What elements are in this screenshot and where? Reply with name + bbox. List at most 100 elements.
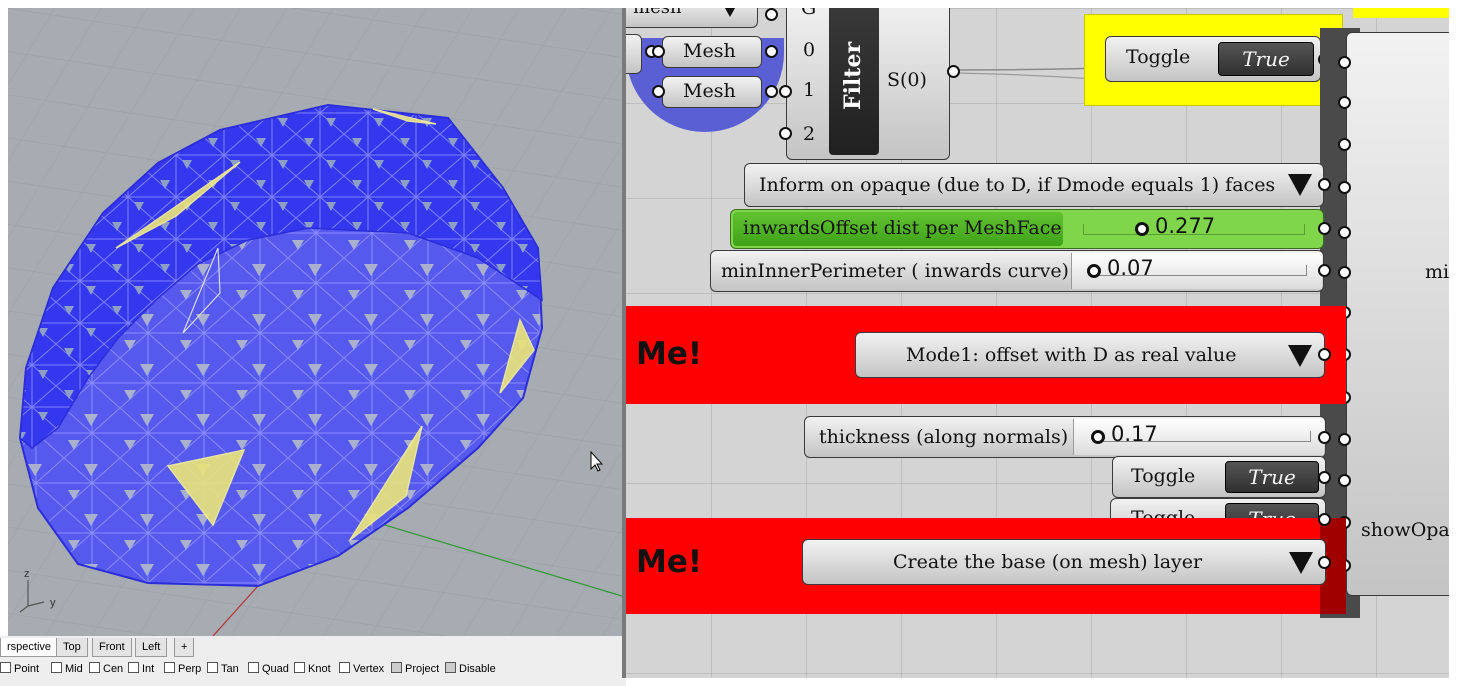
checkbox-icon[interactable] <box>89 662 100 673</box>
rhino-perspective-viewport[interactable]: z y <box>8 8 622 636</box>
slider-value: 0.17 <box>1111 422 1158 446</box>
slider-label: minInnerPerimeter ( inwards curve) <box>721 260 1069 282</box>
osnap-cen[interactable]: Cen <box>89 662 123 676</box>
osnap-tan[interactable]: Tan <box>207 662 239 676</box>
osnap-perp[interactable]: Perp <box>164 662 201 676</box>
output-grip[interactable] <box>765 8 778 21</box>
dropdown-arrow-icon[interactable] <box>1289 552 1313 574</box>
mesh-param-2[interactable]: Mesh <box>662 76 762 108</box>
scribble-text: Me! <box>636 544 703 580</box>
input-grip[interactable] <box>1338 474 1351 487</box>
toggle-top[interactable]: Toggle True <box>1105 36 1321 82</box>
add-viewport-tab-button[interactable]: + <box>174 638 195 657</box>
dropdown-arrow-icon[interactable] <box>721 8 739 17</box>
output-grip[interactable] <box>765 85 778 98</box>
osnap-knot[interactable]: Knot <box>294 662 331 676</box>
slider-knob[interactable] <box>1091 430 1105 444</box>
slider-thickness[interactable]: thickness (along normals) 0.17 <box>804 416 1326 458</box>
tab-top[interactable]: Top <box>56 638 88 657</box>
partial-component[interactable] <box>626 34 642 74</box>
osnap-mid[interactable]: Mid <box>51 662 83 676</box>
osnap-quad[interactable]: Quad <box>248 662 289 676</box>
filter-input-1: 1 <box>803 79 816 101</box>
checkbox-icon[interactable] <box>248 662 259 673</box>
osnap-project[interactable]: Project <box>391 662 439 676</box>
checkbox-icon[interactable] <box>391 662 402 673</box>
dropdown-arrow-icon[interactable] <box>1288 345 1312 367</box>
osnap-label: Quad <box>262 663 289 675</box>
input-grip[interactable] <box>1338 138 1351 151</box>
output-grip[interactable] <box>1318 513 1331 526</box>
input-grip[interactable] <box>652 85 665 98</box>
output-grip[interactable] <box>1318 264 1331 277</box>
filter-name-band: Filter <box>829 8 879 155</box>
slider-knob[interactable] <box>1087 264 1101 278</box>
tab-left[interactable]: Left <box>135 638 168 657</box>
value-list-text: Inform on opaque (due to D, if Dmode equ… <box>759 174 1276 196</box>
axis-y-label: y <box>50 597 56 609</box>
slider-min-inner-perimeter[interactable]: minInnerPerimeter ( inwards curve) 0.07 <box>710 250 1324 292</box>
toggle-label: Toggle <box>1126 46 1191 68</box>
input-grip[interactable] <box>1338 226 1351 239</box>
slider-inwards-offset[interactable]: inwardsOffset dist per MeshFace 0.277 <box>730 209 1324 249</box>
grasshopper-canvas[interactable]: mesh Mesh Mesh G 0 1 2 Filter S(0) Toggl… <box>626 8 1449 678</box>
param-label: Mesh <box>683 80 736 102</box>
input-grip[interactable] <box>1338 56 1351 69</box>
output-grip[interactable] <box>1318 471 1331 484</box>
output-grip[interactable] <box>1318 348 1331 361</box>
toggle-value[interactable]: True <box>1225 461 1319 493</box>
slider-label: inwardsOffset dist per MeshFace <box>743 217 1062 239</box>
toggle-1[interactable]: Toggle True <box>1112 456 1326 498</box>
input-grip[interactable] <box>1338 266 1351 279</box>
output-grip[interactable] <box>1318 556 1331 569</box>
osnap-label: Perp <box>178 663 202 675</box>
osnap-disable[interactable]: Disable <box>445 662 496 676</box>
rhino-status-area: rspective Top Front Left + Point Mid Cen… <box>0 636 626 686</box>
checkbox-icon[interactable] <box>164 662 175 673</box>
checkbox-icon[interactable] <box>339 662 350 673</box>
checkbox-icon[interactable] <box>51 662 62 673</box>
input-label-mi: mi <box>1425 261 1449 283</box>
output-grip[interactable] <box>1318 178 1331 191</box>
value-list-text: Mode1: offset with D as real value <box>906 344 1237 366</box>
input-grip[interactable] <box>1338 181 1351 194</box>
checkbox-icon[interactable] <box>0 662 11 673</box>
input-grip[interactable] <box>779 127 792 140</box>
param-label: Mesh <box>683 40 736 62</box>
tab-perspective[interactable]: rspective <box>0 638 59 657</box>
value-list-mode[interactable]: Mode1: offset with D as real value <box>855 332 1325 378</box>
checkbox-icon[interactable] <box>294 662 305 673</box>
output-grip[interactable] <box>765 45 778 58</box>
dropdown-arrow-icon[interactable] <box>1288 174 1312 196</box>
checkbox-icon[interactable] <box>128 662 139 673</box>
input-grip[interactable] <box>1338 433 1351 446</box>
osnap-label: Tan <box>221 663 239 675</box>
checkbox-icon[interactable] <box>207 662 218 673</box>
output-grip[interactable] <box>947 65 960 78</box>
value-list-mesh[interactable]: mesh <box>626 8 758 28</box>
osnap-point[interactable]: Point <box>0 662 39 676</box>
output-grip[interactable] <box>1318 431 1331 444</box>
viewport-canvas: z y <box>8 8 622 636</box>
filter-title: Filter <box>840 41 866 111</box>
mesh-param-1[interactable]: Mesh <box>662 36 762 68</box>
filter-input-g: G <box>801 8 817 19</box>
input-grip[interactable] <box>1338 96 1351 109</box>
osnap-label: Vertex <box>353 663 385 675</box>
value-list-inform[interactable]: Inform on opaque (due to D, if Dmode equ… <box>744 163 1324 207</box>
filter-component[interactable]: G 0 1 2 Filter S(0) <box>786 8 950 160</box>
osnap-vertex[interactable]: Vertex <box>339 662 384 676</box>
tab-front[interactable]: Front <box>92 638 132 657</box>
toggle-value[interactable]: True <box>1218 42 1314 76</box>
checkbox-icon[interactable] <box>445 662 456 673</box>
input-grip[interactable] <box>779 85 792 98</box>
input-grip[interactable] <box>652 45 665 58</box>
slider-knob[interactable] <box>1135 222 1149 236</box>
value-list-base[interactable]: Create the base (on mesh) layer <box>802 539 1326 585</box>
group-yellow-2[interactable] <box>1353 8 1449 18</box>
osnap-int[interactable]: Int <box>128 662 154 676</box>
output-grip[interactable] <box>1318 222 1331 235</box>
slider-value: 0.277 <box>1155 214 1216 238</box>
slider-value: 0.07 <box>1107 256 1154 280</box>
big-component[interactable]: mi showOpa <box>1346 32 1449 596</box>
